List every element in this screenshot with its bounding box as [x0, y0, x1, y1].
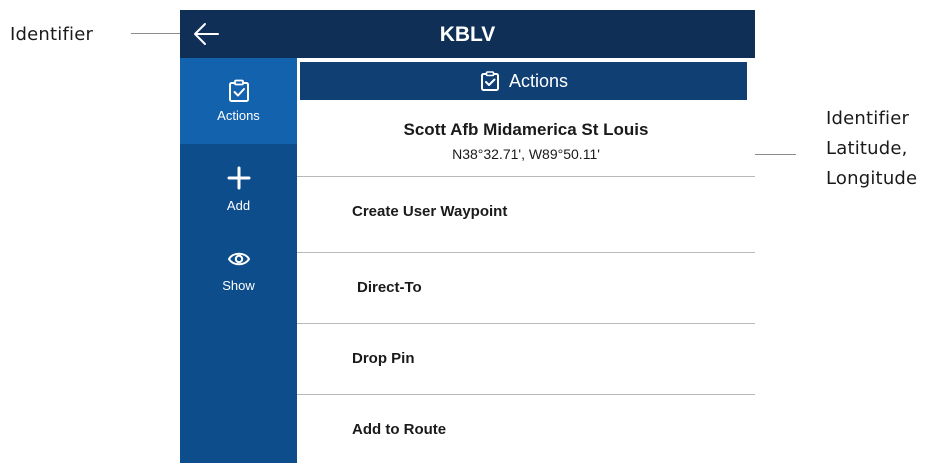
- direct-to-button[interactable]: Direct-To: [297, 252, 755, 322]
- actions-content: Actions Scott Afb Midamerica St Louis N3…: [297, 58, 755, 463]
- action-label: Add to Route: [352, 421, 447, 438]
- sidebar-item-show[interactable]: Show: [180, 249, 297, 309]
- coordinates: N38°32.71', W89°50.11': [452, 146, 600, 162]
- create-user-waypoint-button[interactable]: Create User Waypoint: [297, 176, 755, 246]
- annotation-right: Identifier Latitude, Longitude: [826, 104, 917, 194]
- airport-name: Scott Afb Midamerica St Louis: [403, 120, 649, 139]
- top-bar: KBLV: [180, 10, 755, 58]
- annotation-right-line-1: Identifier: [826, 108, 910, 129]
- annotation-right-line-3: Longitude: [826, 168, 918, 189]
- annotation-right-line-2: Latitude,: [826, 138, 908, 159]
- waypoint-info: Scott Afb Midamerica St Louis N38°32.71'…: [297, 100, 755, 176]
- annotation-identifier-left: Identifier: [10, 24, 94, 45]
- identifier-title: KBLV: [439, 23, 496, 46]
- clipboard-check-icon: [228, 79, 249, 102]
- add-to-route-button[interactable]: Add to Route: [297, 394, 755, 463]
- sidebar-item-add[interactable]: Add: [180, 166, 297, 226]
- eye-icon: [227, 252, 250, 266]
- waypoint-panel: KBLV Actions Add Show Actions Scott Afb …: [180, 10, 755, 463]
- sidebar-item-actions[interactable]: Actions: [180, 58, 297, 144]
- sidebar: Actions Add Show: [180, 58, 297, 463]
- actions-header: Actions: [300, 62, 747, 100]
- action-label: Create User Waypoint: [352, 203, 508, 220]
- drop-pin-button[interactable]: Drop Pin: [297, 323, 755, 393]
- action-label: Direct-To: [357, 279, 422, 296]
- clipboard-check-icon: [480, 71, 499, 91]
- sidebar-item-label: Actions: [217, 108, 260, 123]
- sidebar-item-label: Add: [226, 198, 251, 213]
- plus-icon: [227, 166, 250, 190]
- action-label: Drop Pin: [352, 350, 415, 367]
- sidebar-item-label: Show: [222, 278, 255, 293]
- actions-header-label: Actions: [508, 70, 569, 91]
